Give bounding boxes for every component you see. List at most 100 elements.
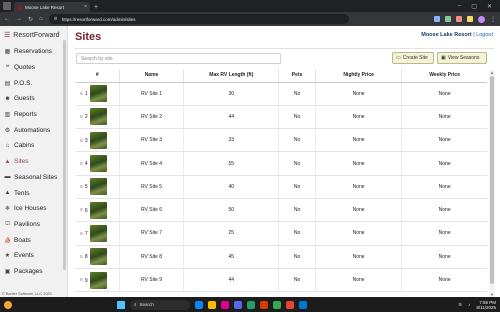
sidebar-item-guests[interactable]: ☻ Guests	[0, 91, 67, 107]
site-name[interactable]: RV Site 9	[119, 268, 185, 293]
col-weekly[interactable]: Weekly Price	[401, 69, 487, 83]
browser-menu-dots-icon[interactable]: ⋮	[490, 16, 496, 23]
col-pets[interactable]: Pets	[278, 69, 316, 83]
home-icon[interactable]: ⌂	[39, 16, 43, 22]
sidebar-item-events[interactable]: ★ Events	[0, 248, 67, 264]
site-thumbnail[interactable]	[89, 201, 107, 219]
extension-icon[interactable]	[445, 16, 451, 22]
drag-handle-icon[interactable]: ≡	[80, 161, 83, 167]
scrollbar-thumb[interactable]	[490, 76, 494, 284]
taskbar-app-icon[interactable]	[234, 300, 242, 309]
drag-handle-icon[interactable]: ≡	[80, 114, 83, 120]
table-row[interactable]: ≡ 4 RV Site 4 55 No None None	[76, 151, 487, 176]
extension-icon[interactable]	[434, 16, 440, 22]
taskbar-app-icon[interactable]	[273, 300, 281, 309]
site-name[interactable]: RV Site 6	[119, 198, 185, 223]
site-thumbnail[interactable]	[89, 108, 107, 126]
brand[interactable]: ☰ ResortForward	[0, 26, 67, 44]
drag-handle-icon[interactable]: ≡	[80, 138, 83, 144]
taskbar-app-icon[interactable]	[208, 300, 216, 309]
site-name[interactable]: RV Site 2	[119, 105, 185, 130]
address-bar[interactable]: ⚙ https://resortforward.com/admin/sites	[48, 14, 349, 24]
sidebar-item-cabins[interactable]: ⌂ Cabins	[0, 138, 67, 154]
sidebar-item-p-o-s[interactable]: ▤ P.O.S.	[0, 75, 67, 91]
reload-icon[interactable]: ↻	[28, 16, 33, 23]
profile-avatar[interactable]	[478, 15, 485, 23]
extension-icon[interactable]	[456, 16, 462, 22]
extension-icon[interactable]	[467, 16, 473, 22]
sidebar-item-sites[interactable]: ▲ Sites	[0, 154, 67, 170]
table-row[interactable]: ≡ 3 RV Site 3 33 No None None	[76, 128, 487, 153]
site-name[interactable]: RV Site 8	[119, 245, 185, 269]
table-row[interactable]: ≡ 6 RV Site 6 50 No None None	[76, 198, 487, 223]
menu-toggle-icon[interactable]: ☰	[4, 31, 10, 39]
start-icon[interactable]	[117, 300, 125, 309]
search-input[interactable]	[76, 53, 281, 64]
weather-widget-icon[interactable]	[4, 300, 12, 309]
browser-tab[interactable]: Moose Lake Resort ×	[14, 2, 90, 12]
site-name[interactable]: RV Site 7	[119, 221, 185, 246]
sidebar-item-boats[interactable]: ⛵ Boats	[0, 232, 67, 248]
site-thumbnail[interactable]	[89, 155, 107, 173]
new-tab-button[interactable]: +	[94, 4, 98, 11]
sidebar-item-seasonal-sites[interactable]: ▬ Seasonal Sites	[0, 170, 67, 186]
site-thumbnail[interactable]	[89, 248, 107, 266]
clock[interactable]: 7:55 PM 8/11/2025	[476, 300, 496, 310]
site-info-icon[interactable]: ⚙	[54, 16, 58, 22]
sidebar-item-pavilions[interactable]: ⛫ Pavilions	[0, 217, 67, 233]
sidebar-item-packages[interactable]: ▣ Packages	[0, 264, 67, 280]
col-max-rv[interactable]: Max RV Length (ft)	[183, 69, 280, 83]
volume-icon[interactable]: ♪	[468, 302, 470, 307]
table-row[interactable]: ≡ 9 RV Site 9 44 No None None	[76, 268, 487, 293]
col-nightly[interactable]: Nightly Price	[315, 69, 403, 83]
site-name[interactable]: RV Site 5	[119, 175, 185, 199]
drag-handle-icon[interactable]: ≡	[80, 231, 83, 237]
browser-menu-icon[interactable]	[3, 2, 11, 10]
sidebar-item-ice-houses[interactable]: ❄ Ice Houses	[0, 201, 67, 217]
taskbar-app-icon[interactable]	[286, 300, 294, 309]
table-row[interactable]: ≡ 5 RV Site 5 40 No None None	[76, 175, 487, 199]
wifi-icon[interactable]: ≋	[458, 302, 462, 308]
create-site-button[interactable]: ▭ Create Site	[392, 52, 434, 64]
site-name[interactable]: RV Site 1	[119, 82, 185, 106]
table-row[interactable]: ≡ 1 RV Site 1 30 No None None	[76, 82, 487, 106]
site-thumbnail[interactable]	[89, 271, 107, 289]
forward-icon[interactable]: →	[16, 16, 22, 22]
sidebar-item-reservations[interactable]: ▦ Reservations	[0, 44, 67, 60]
site-name[interactable]: RV Site 4	[119, 151, 185, 176]
scroll-up-icon[interactable]: ▲	[489, 70, 495, 75]
taskbar-app-icon[interactable]	[299, 300, 307, 309]
close-window-button[interactable]: ✕	[487, 3, 492, 10]
drag-handle-icon[interactable]: ≡	[80, 254, 83, 260]
sidebar-item-tents[interactable]: ▲ Tents	[0, 185, 67, 201]
col-name[interactable]: Name	[119, 69, 185, 83]
site-thumbnail[interactable]	[89, 131, 107, 149]
drag-handle-icon[interactable]: ≡	[80, 184, 83, 190]
table-row[interactable]: ≡ 2 RV Site 2 44 No None None	[76, 105, 487, 130]
table-row[interactable]: ≡ 7 RV Site 7 25 No None None	[76, 221, 487, 246]
site-thumbnail[interactable]	[89, 224, 107, 242]
minimize-button[interactable]: –	[458, 3, 461, 10]
maximize-button[interactable]: ▢	[471, 3, 477, 10]
view-seasons-button[interactable]: ▣ View Seasons	[437, 52, 487, 64]
table-row[interactable]: ≡ 8 RV Site 8 45 No None None	[76, 245, 487, 269]
tab-close-icon[interactable]: ×	[84, 4, 87, 10]
back-icon[interactable]: ←	[4, 16, 10, 22]
site-name[interactable]: RV Site 3	[119, 128, 185, 153]
drag-handle-icon[interactable]: ≡	[80, 207, 83, 213]
taskbar-app-icon[interactable]	[195, 300, 203, 309]
site-thumbnail[interactable]	[89, 178, 107, 196]
taskbar-app-icon[interactable]	[247, 300, 255, 309]
sidebar-scrollbar[interactable]	[63, 40, 66, 270]
drag-handle-icon[interactable]: ≡	[80, 277, 83, 283]
table-scrollbar[interactable]: ▲ ▼	[489, 70, 495, 297]
sidebar-item-quotes[interactable]: ❝ Quotes	[0, 60, 67, 76]
taskbar-search[interactable]: ⌕ Search	[130, 299, 190, 310]
logout-link[interactable]: Logout	[476, 32, 493, 38]
sidebar-item-reports[interactable]: ▥ Reports	[0, 107, 67, 123]
drag-handle-icon[interactable]: ≡	[80, 91, 83, 97]
taskbar-app-icon[interactable]	[260, 300, 268, 309]
site-thumbnail[interactable]	[89, 85, 107, 103]
sidebar-item-automations[interactable]: ⚙ Automations	[0, 122, 67, 138]
taskbar-app-icon[interactable]	[221, 300, 229, 309]
